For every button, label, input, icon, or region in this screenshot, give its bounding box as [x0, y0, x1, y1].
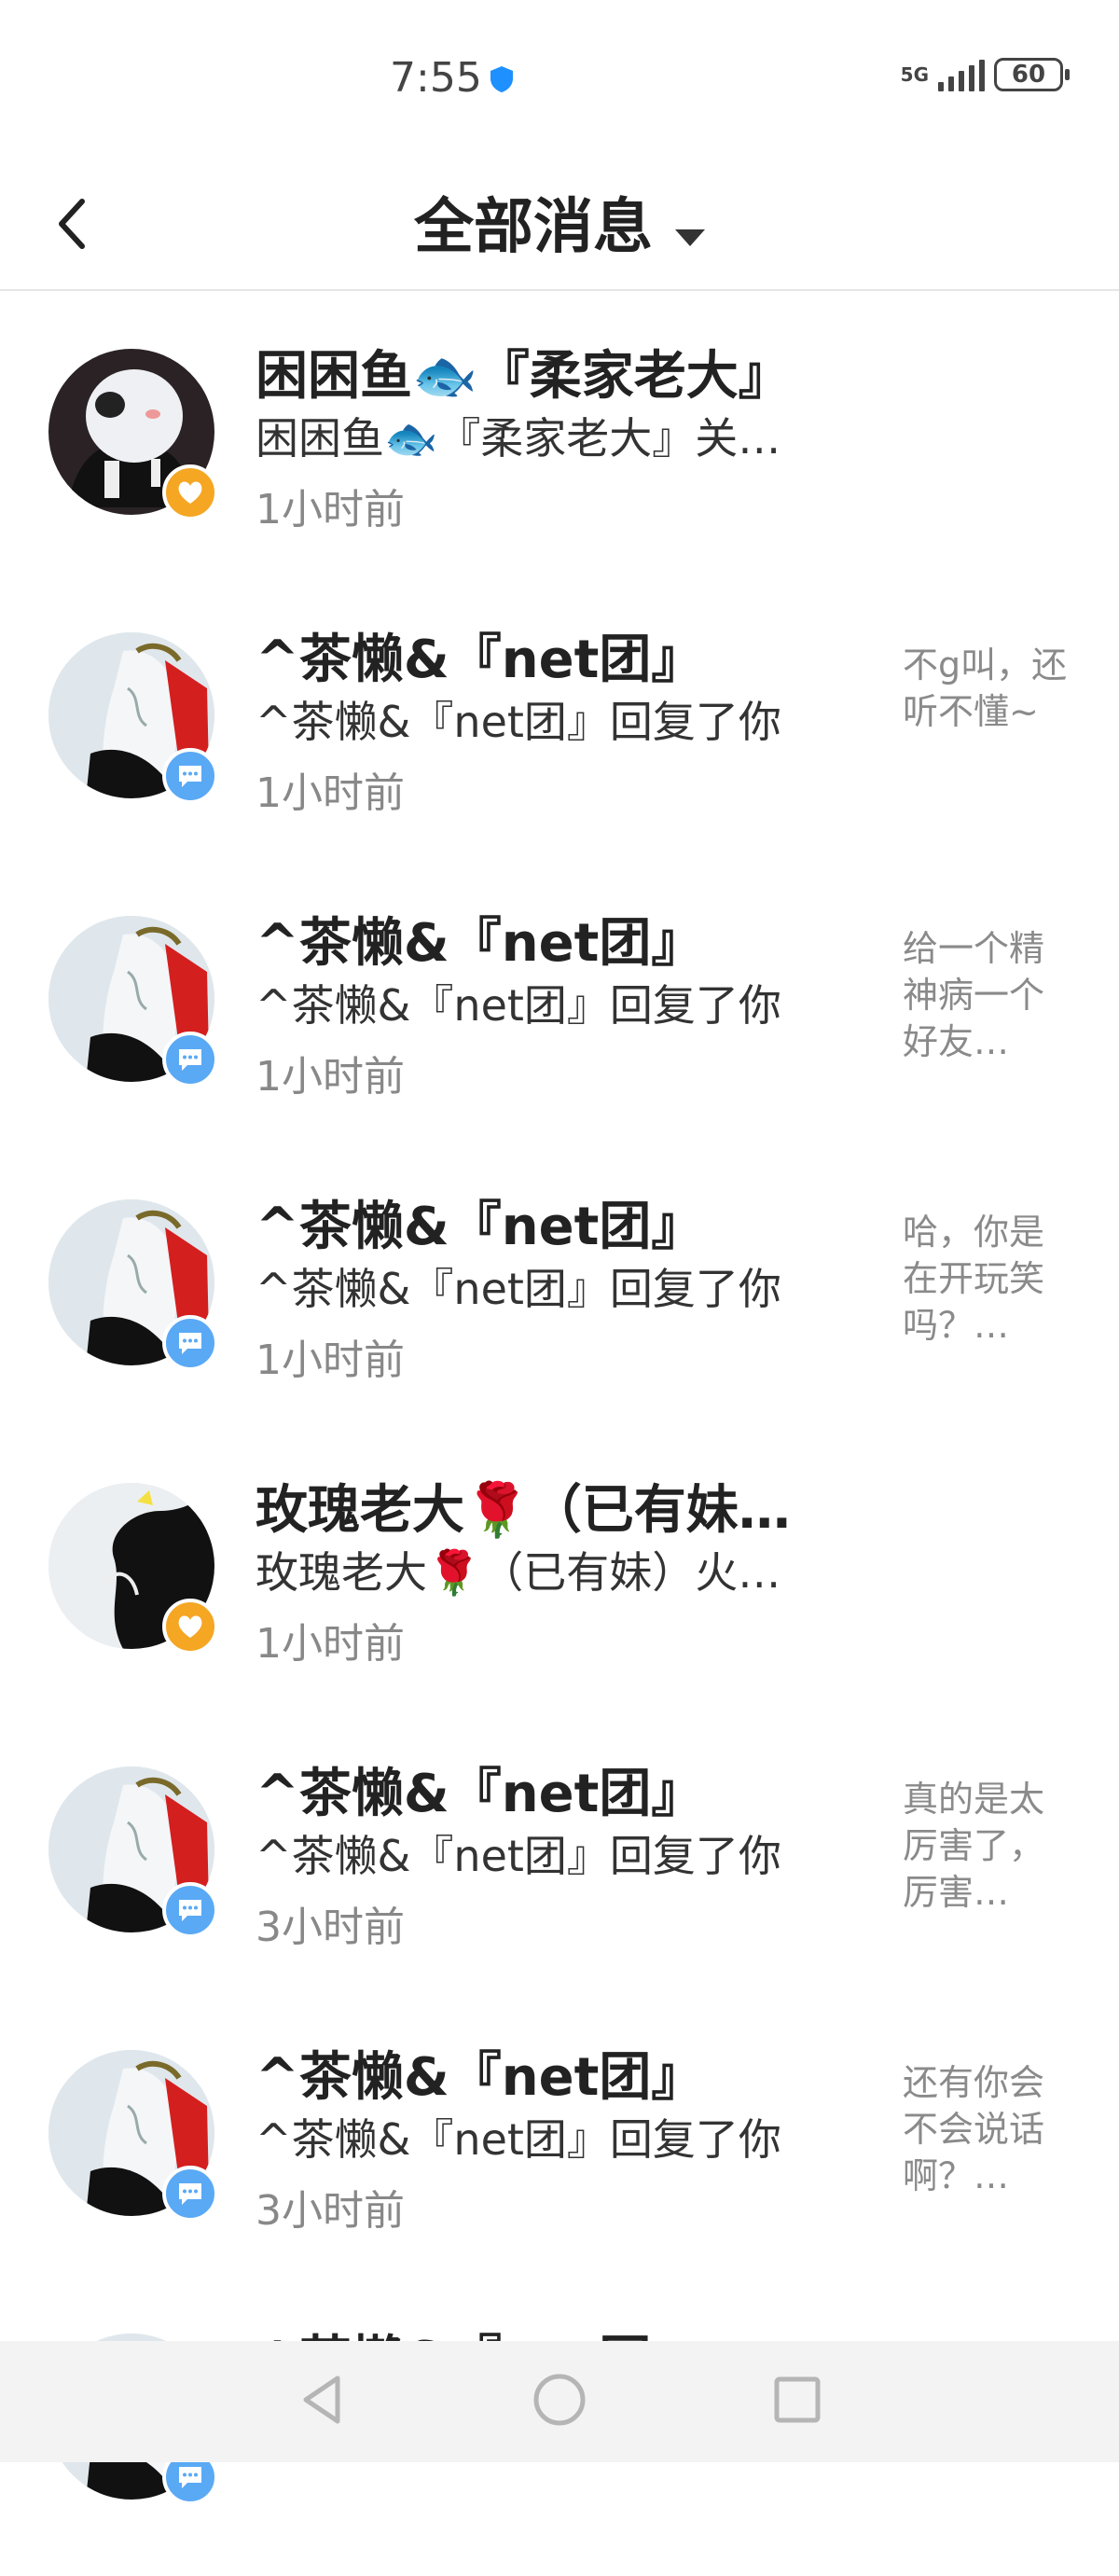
message-item[interactable]: ^茶懒&『net团』 ^茶懒&『net团』回复了你 1小时前 哈，你是在开玩笑吗？…	[0, 1158, 1119, 1442]
comment-badge-icon	[162, 1315, 218, 1371]
title-dropdown[interactable]: 全部消息	[0, 179, 1119, 265]
comment-badge-icon	[162, 2166, 218, 2222]
message-description: ^茶懒&『net团』回复了你	[256, 2114, 781, 2165]
message-item[interactable]: 困困鱼🐟『柔家老大』困困鱼🐟『柔家老大』关… 1小时前	[0, 308, 1119, 591]
sender-name: ^茶懒&『net团』	[256, 1764, 704, 1824]
signal-icon	[938, 58, 985, 91]
shield-icon	[490, 66, 513, 92]
message-description: ^茶懒&『net团』回复了你	[256, 1831, 781, 1881]
sender-name: ^茶懒&『net团』	[256, 913, 704, 974]
message-description: 困困鱼🐟『柔家老大』关…	[256, 413, 781, 464]
message-time: 1小时前	[256, 1620, 405, 1668]
header: 全部消息	[0, 159, 1119, 291]
dropdown-caret-icon	[675, 229, 705, 246]
heart-badge-icon	[162, 1599, 218, 1655]
message-description: ^茶懒&『net团』回复了你	[256, 1264, 781, 1314]
system-nav-bar	[0, 2341, 1119, 2462]
message-list: 困困鱼🐟『柔家老大』 困困鱼🐟『柔家老大』关… 1小时前 ^茶懒&『net团』 ^茶懒&…	[0, 308, 1119, 2576]
reply-preview: 不g叫，还听不懂~	[903, 644, 1068, 732]
reply-preview: 真的是太厉害了，厉害…	[903, 1779, 1045, 1913]
status-bar: 7:55 5G 60	[0, 0, 1119, 159]
sender-name: ^茶懒&『net团』	[256, 630, 704, 690]
battery-icon: 60	[994, 58, 1070, 91]
reply-preview: 还有你会不会说话啊？…	[903, 2062, 1045, 2196]
heart-badge-icon	[162, 464, 218, 520]
page-title: 全部消息	[414, 193, 653, 262]
reply-preview: 哈，你是在开玩笑吗？…	[903, 1212, 1045, 1346]
network-label: 5G	[900, 63, 929, 86]
sender-name: ^茶懒&『net团』	[256, 2047, 704, 2108]
message-description: ^茶懒&『net团』回复了你	[256, 980, 781, 1031]
message-time: 3小时前	[256, 2187, 405, 2235]
back-nav-icon[interactable]	[289, 2367, 354, 2432]
message-item[interactable]: 玫瑰老大🌹（已有妹… 玫瑰老大🌹（已有妹）火… 1小时前	[0, 1442, 1119, 1725]
status-time: 7:55	[390, 54, 482, 102]
message-time: 1小时前	[256, 1336, 405, 1384]
message-description: ^茶懒&『net团』回复了你	[256, 697, 781, 747]
sender-name: 困困鱼🐟『柔家老大』	[256, 346, 791, 407]
sender-name: ^茶懒&『net团』	[256, 1197, 704, 1257]
sender-name: 玫瑰老大🌹（已有妹…	[256, 1480, 791, 1541]
recents-nav-icon[interactable]	[765, 2367, 830, 2432]
message-item[interactable]: ^茶懒&『net团』 ^茶懒&『net团』回复了你 3小时前 还有你会不会说话啊？…	[0, 2009, 1119, 2292]
message-time: 1小时前	[256, 769, 405, 817]
message-item[interactable]: ^茶懒&『net团』 ^茶懒&『net团』回复了你 1小时前 不g叫，还听不懂~	[0, 591, 1119, 875]
message-description: 玫瑰老大🌹（已有妹）火…	[256, 1547, 781, 1598]
status-indicators: 5G 60	[900, 58, 1070, 91]
home-nav-icon[interactable]	[527, 2367, 592, 2432]
message-item[interactable]: ^茶懒&『net团』 ^茶懒&『net团』回复了你 1小时前 给一个精神病一个好友…	[0, 875, 1119, 1158]
message-time: 3小时前	[256, 1904, 405, 1951]
message-item[interactable]: ^茶懒&『net团』 ^茶懒&『net团』回复了你 3小时前 真的是太厉害了，厉害…	[0, 1725, 1119, 2009]
comment-badge-icon	[162, 1882, 218, 1938]
message-time: 1小时前	[256, 486, 405, 533]
reply-preview: 给一个精神病一个好友…	[903, 928, 1045, 1062]
comment-badge-icon	[162, 748, 218, 804]
message-time: 1小时前	[256, 1053, 405, 1101]
comment-badge-icon	[162, 1032, 218, 1087]
